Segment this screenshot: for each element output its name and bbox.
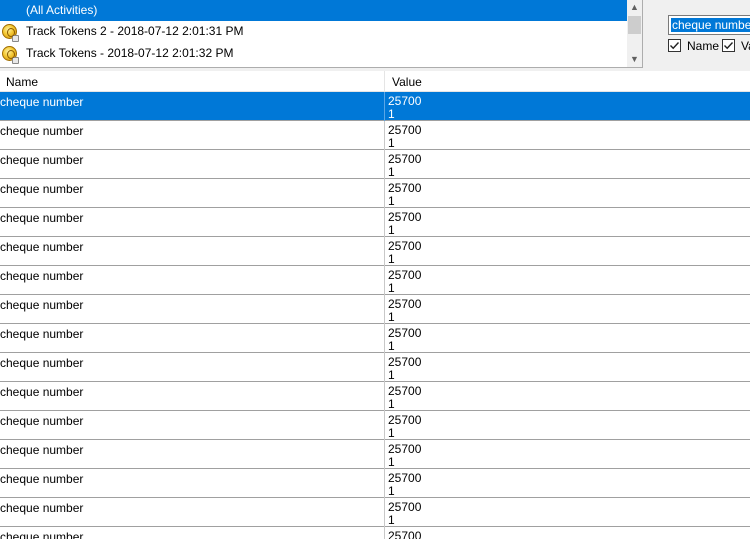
- cell-value: 25700 1: [388, 500, 422, 527]
- token-coin-icon: [2, 46, 19, 64]
- table-row[interactable]: cheque number 25700 1: [0, 208, 750, 237]
- cell-divider: [384, 382, 385, 411]
- cell-value: 25700 1: [388, 239, 422, 266]
- cell-value: 25700: [388, 529, 422, 539]
- properties-grid[interactable]: cheque number 25700 1 cheque number 25700 1…: [0, 92, 750, 539]
- table-row[interactable]: cheque number 25700 1: [0, 469, 750, 498]
- cell-name: cheque number: [0, 414, 84, 428]
- cell-name: cheque number: [0, 95, 84, 109]
- cell-value: 25700 1: [388, 181, 422, 208]
- cell-divider: [384, 469, 385, 498]
- column-header-value[interactable]: Value: [392, 75, 422, 89]
- cell-name: cheque number: [0, 298, 84, 312]
- table-row[interactable]: cheque number 25700 1: [0, 121, 750, 150]
- cell-divider: [384, 92, 385, 121]
- cell-name: cheque number: [0, 443, 84, 457]
- cell-divider: [384, 527, 385, 539]
- table-row[interactable]: cheque number 25700 1: [0, 324, 750, 353]
- name-checkbox-label: Name: [687, 39, 720, 53]
- cell-value: 25700 1: [388, 123, 422, 150]
- cell-value: 25700 1: [388, 384, 422, 411]
- scrollbar-thumb[interactable]: [628, 16, 641, 34]
- cell-name: cheque number: [0, 211, 84, 225]
- scroll-down-arrow-icon[interactable]: ▼: [627, 52, 642, 67]
- activity-item-all[interactable]: (All Activities): [0, 0, 627, 21]
- table-row[interactable]: cheque number 25700 1: [0, 237, 750, 266]
- checkmark-icon: [724, 42, 734, 50]
- cell-divider: [384, 179, 385, 208]
- cell-value: 25700 1: [388, 94, 422, 121]
- cell-name: cheque number: [0, 182, 84, 196]
- cell-value: 25700 1: [388, 442, 422, 469]
- cell-divider: [384, 237, 385, 266]
- activity-item-label: Track Tokens 2 - 2018-07-12 2:01:31 PM: [26, 24, 244, 38]
- cell-value: 25700 1: [388, 210, 422, 237]
- cell-value: 25700 1: [388, 297, 422, 324]
- scroll-up-arrow-icon[interactable]: ▲: [627, 0, 642, 15]
- cell-name: cheque number: [0, 124, 84, 138]
- cell-divider: [384, 208, 385, 237]
- cell-value: 25700 1: [388, 326, 422, 353]
- table-row[interactable]: cheque number 25700 1: [0, 411, 750, 440]
- activity-item-label: (All Activities): [26, 3, 98, 17]
- table-row[interactable]: cheque number 25700 1: [0, 498, 750, 527]
- table-row[interactable]: cheque number 25700 1: [0, 266, 750, 295]
- cell-divider: [384, 498, 385, 527]
- cell-name: cheque number: [0, 269, 84, 283]
- cell-value: 25700 1: [388, 413, 422, 440]
- table-row[interactable]: cheque number 25700 1: [0, 179, 750, 208]
- cell-name: cheque number: [0, 501, 84, 515]
- cell-divider: [384, 353, 385, 382]
- token-coin-icon: [2, 24, 19, 42]
- top-panel: (All Activities) Track Tokens 2 - 2018-0…: [0, 0, 750, 71]
- table-row[interactable]: cheque number 25700 1: [0, 353, 750, 382]
- cell-divider: [384, 150, 385, 179]
- cell-divider: [384, 266, 385, 295]
- cell-value: 25700 1: [388, 471, 422, 498]
- cell-name: cheque number: [0, 327, 84, 341]
- cell-value: 25700 1: [388, 268, 422, 295]
- cell-divider: [384, 295, 385, 324]
- grid-header: Name Value: [0, 71, 750, 92]
- table-row[interactable]: cheque number 25700 1: [0, 295, 750, 324]
- cell-name: cheque number: [0, 530, 84, 539]
- cell-divider: [384, 440, 385, 469]
- cell-name: cheque number: [0, 153, 84, 167]
- cell-divider: [384, 324, 385, 353]
- filter-search-value: cheque number: [671, 18, 750, 32]
- column-header-name[interactable]: Name: [6, 75, 38, 89]
- table-row[interactable]: cheque number 25700 1: [0, 150, 750, 179]
- cell-name: cheque number: [0, 240, 84, 254]
- cell-divider: [384, 121, 385, 150]
- cell-name: cheque number: [0, 356, 84, 370]
- name-checkbox[interactable]: [668, 39, 681, 52]
- activity-list-scrollbar[interactable]: ▲ ▼: [627, 0, 642, 67]
- checkmark-icon: [670, 42, 680, 50]
- cell-divider: [384, 411, 385, 440]
- activity-list[interactable]: (All Activities) Track Tokens 2 - 2018-0…: [0, 0, 643, 68]
- cell-value: 25700 1: [388, 355, 422, 382]
- table-row[interactable]: cheque number 25700 1: [0, 92, 750, 121]
- value-checkbox[interactable]: [722, 39, 735, 52]
- cell-name: cheque number: [0, 385, 84, 399]
- value-checkbox-label: Value: [741, 39, 750, 53]
- table-row[interactable]: cheque number 25700 1: [0, 440, 750, 469]
- filter-search-input[interactable]: cheque number: [668, 15, 750, 35]
- cell-name: cheque number: [0, 472, 84, 486]
- cell-value: 25700 1: [388, 152, 422, 179]
- table-row[interactable]: cheque number 25700: [0, 527, 750, 539]
- column-divider[interactable]: [384, 71, 385, 92]
- activity-item-track-tokens[interactable]: Track Tokens - 2018-07-12 2:01:32 PM: [0, 43, 627, 64]
- activity-item-track-tokens-2[interactable]: Track Tokens 2 - 2018-07-12 2:01:31 PM: [0, 21, 627, 42]
- table-row[interactable]: cheque number 25700 1: [0, 382, 750, 411]
- activity-item-label: Track Tokens - 2018-07-12 2:01:32 PM: [26, 46, 234, 60]
